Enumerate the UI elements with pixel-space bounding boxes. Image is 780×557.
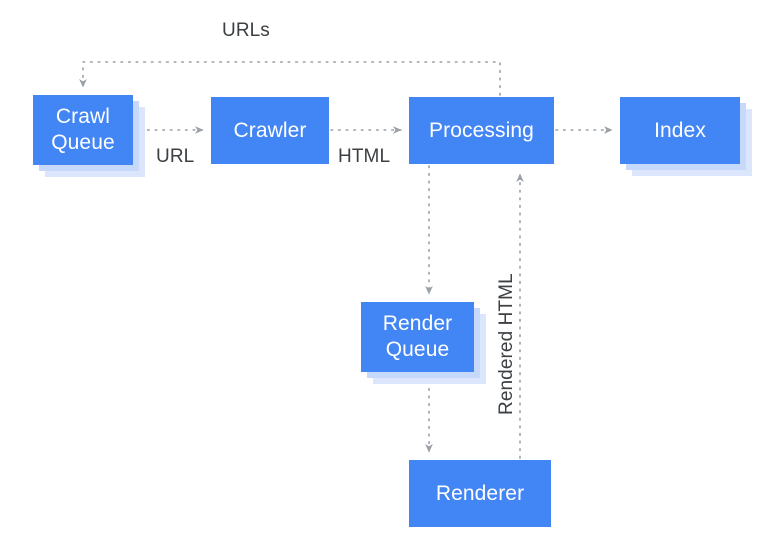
edge-processing-to-crawl-queue xyxy=(79,61,501,96)
node-renderer[interactable]: Renderer xyxy=(409,460,551,527)
node-processing[interactable]: Processing xyxy=(409,97,554,164)
edge-label-url: URL xyxy=(156,146,195,167)
pipeline-diagram: Crawl Queue Crawler Processing Index Ren… xyxy=(0,0,780,557)
edge-label-rendered-html: Rendered HTML xyxy=(496,273,517,415)
edge-label-urls: URLs xyxy=(222,20,270,41)
node-render-queue[interactable]: Render Queue xyxy=(361,302,474,372)
node-processing-label: Processing xyxy=(429,118,534,142)
node-crawl-queue-label: Crawl Queue xyxy=(51,105,115,154)
node-crawler[interactable]: Crawler xyxy=(211,97,329,164)
node-crawler-label: Crawler xyxy=(233,118,307,142)
node-renderer-label: Renderer xyxy=(435,481,525,505)
edge-label-html: HTML xyxy=(338,146,391,167)
node-index-label: Index xyxy=(654,118,706,142)
node-render-queue-label: Render Queue xyxy=(382,312,453,361)
node-index[interactable]: Index xyxy=(620,97,740,164)
edge-layer xyxy=(79,61,613,459)
node-crawl-queue[interactable]: Crawl Queue xyxy=(33,95,133,165)
